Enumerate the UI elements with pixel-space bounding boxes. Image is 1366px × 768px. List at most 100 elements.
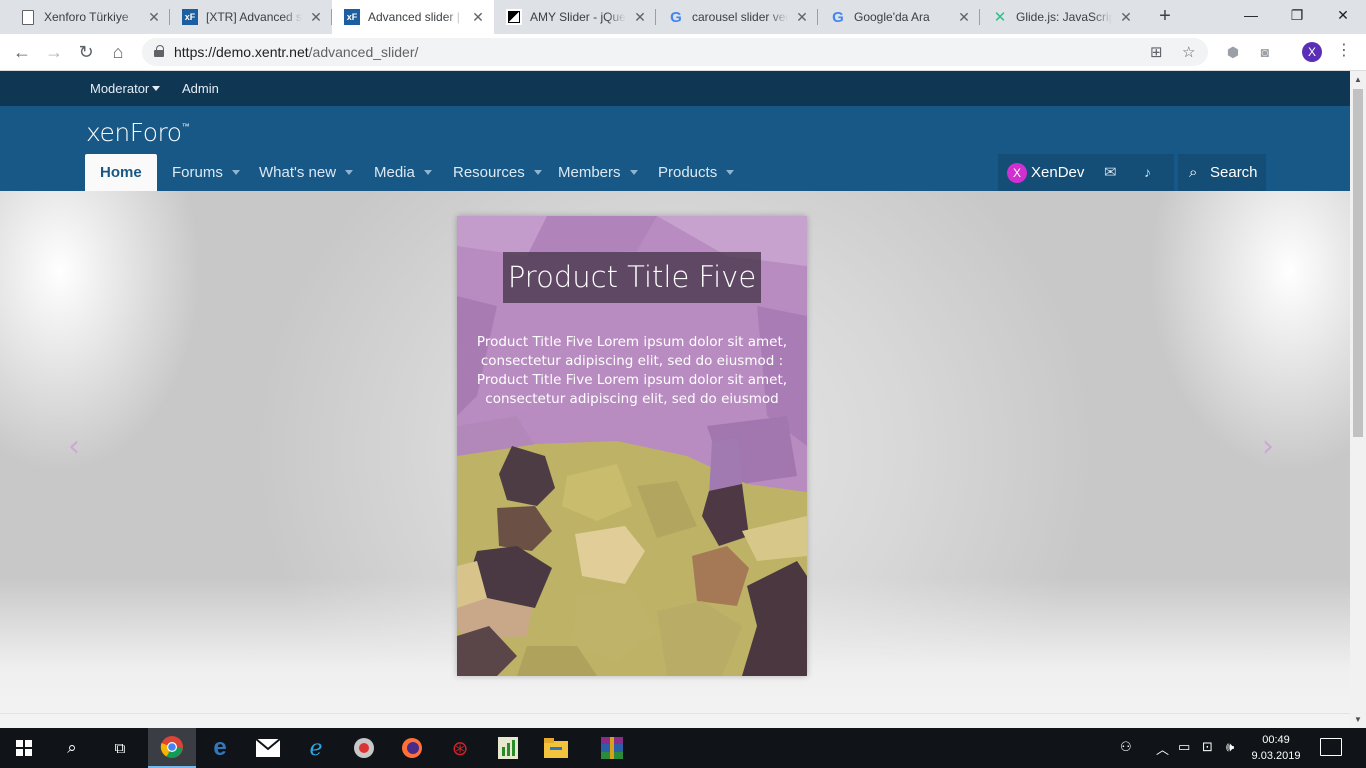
web-page: Moderator Admin xenForo™ Home Forums Wha… bbox=[0, 71, 1350, 728]
search-button[interactable]: ⌕ Search bbox=[1178, 154, 1266, 191]
browser-tab[interactable]: G Google'da Ara ✕ bbox=[818, 0, 980, 34]
slider-next-arrow[interactable]: › bbox=[1262, 429, 1274, 464]
reload-icon[interactable]: ↻ bbox=[72, 38, 100, 66]
scroll-thumb[interactable] bbox=[1353, 89, 1363, 437]
caret-down-icon[interactable] bbox=[423, 170, 432, 175]
search-icon: ⌕ bbox=[1189, 164, 1198, 181]
mail-icon[interactable] bbox=[244, 728, 292, 768]
caret-down-icon[interactable] bbox=[345, 170, 354, 175]
profile-avatar[interactable]: X bbox=[1302, 42, 1322, 62]
battery-icon[interactable]: ▭ bbox=[1178, 739, 1190, 755]
forward-icon[interactable]: → bbox=[40, 38, 68, 66]
chrome-icon[interactable] bbox=[148, 728, 196, 768]
back-icon[interactable]: ← bbox=[8, 38, 36, 66]
browser-tab-active[interactable]: xF Advanced slider | X ✕ bbox=[332, 0, 494, 34]
new-tab-button[interactable]: + bbox=[1154, 5, 1176, 27]
ie-icon[interactable]: ℯ bbox=[292, 728, 340, 768]
caret-down-icon[interactable] bbox=[726, 170, 735, 175]
bell-icon[interactable]: ♪ bbox=[1144, 154, 1151, 191]
slide-description: Product Title Five Lorem ipsum dolor sit… bbox=[476, 334, 788, 407]
caret-down-icon[interactable] bbox=[231, 170, 240, 175]
browser-tab[interactable]: xF [XTR] Advanced sl ✕ bbox=[170, 0, 332, 34]
caret-down-icon bbox=[152, 86, 161, 91]
tab-title: Xenforo Türkiye bbox=[44, 10, 129, 24]
close-tab-icon[interactable]: ✕ bbox=[1118, 9, 1134, 26]
browser-tab[interactable]: G carousel slider vec ✕ bbox=[656, 0, 818, 34]
close-window-button[interactable]: ✕ bbox=[1320, 0, 1366, 30]
caret-down-icon[interactable] bbox=[533, 170, 542, 175]
glide-icon: ✕ bbox=[993, 9, 1007, 26]
browser-tab[interactable]: ✕ Glide.js: JavaScript ✕ bbox=[980, 0, 1142, 34]
url-text: https://demo.xentr.net/advanced_slider/ bbox=[174, 44, 419, 60]
nav-tab-members[interactable]: Members bbox=[558, 154, 638, 191]
tab-title: Glide.js: JavaScript bbox=[1016, 10, 1112, 24]
account-link[interactable]: X XenDev bbox=[1007, 154, 1084, 191]
close-tab-icon[interactable]: ✕ bbox=[470, 9, 486, 26]
inbox-icon[interactable]: ✉ bbox=[1104, 154, 1117, 191]
task-view-icon[interactable]: ⧉ bbox=[96, 728, 144, 768]
close-tab-icon[interactable]: ✕ bbox=[956, 9, 972, 26]
site-logo[interactable]: xenForo™ bbox=[86, 118, 190, 147]
spreadsheet-icon[interactable] bbox=[484, 728, 532, 768]
windows-taskbar: ⌕ ⧉ e ℯ ⊛ ⚇ ︿ ▭ ⊡ 🕪 00:49 9.03.2019 bbox=[0, 728, 1366, 768]
xenforo-icon: xF bbox=[182, 9, 198, 25]
close-tab-icon[interactable]: ✕ bbox=[794, 9, 810, 26]
slider-prev-arrow[interactable]: ‹ bbox=[68, 429, 80, 464]
clock-date: 9.03.2019 bbox=[1251, 750, 1301, 762]
moderator-menu[interactable]: Moderator bbox=[90, 81, 161, 96]
file-explorer-icon[interactable] bbox=[532, 728, 580, 768]
browser-toolbar: ← → ↻ ⌂ https://demo.xentr.net/advanced_… bbox=[0, 34, 1366, 71]
avatar: X bbox=[1007, 163, 1027, 184]
network-icon[interactable]: ⊡ bbox=[1202, 739, 1213, 755]
firefox-icon[interactable] bbox=[388, 728, 436, 768]
nav-tab-whats-new[interactable]: What's new bbox=[259, 154, 354, 191]
browser-tab[interactable]: AMY Slider - jQue ✕ bbox=[494, 0, 656, 34]
app-icon[interactable] bbox=[340, 728, 388, 768]
extension-shield-icon[interactable]: ⬢ bbox=[1224, 43, 1242, 61]
page-footer-edge bbox=[0, 713, 1350, 728]
chevron-up-icon[interactable]: ︿ bbox=[1156, 739, 1169, 758]
google-icon: G bbox=[832, 8, 844, 26]
nav-tab-resources[interactable]: Resources bbox=[453, 154, 542, 191]
browser-tab[interactable]: Xenforo Türkiye ✕ bbox=[8, 0, 170, 34]
site-header: xenForo™ Home Forums What's new Media Re… bbox=[0, 106, 1350, 191]
page-scrollbar[interactable]: ▲ ▼ bbox=[1350, 71, 1366, 728]
maximize-button[interactable]: ❐ bbox=[1274, 0, 1320, 30]
nav-tab-home[interactable]: Home bbox=[85, 154, 157, 191]
user-nav-group: X XenDev ✉ ♪ bbox=[998, 154, 1174, 191]
windows-start-icon[interactable] bbox=[0, 728, 48, 768]
search-icon[interactable]: ⌕ bbox=[48, 728, 96, 768]
tab-title: AMY Slider - jQue bbox=[530, 10, 626, 24]
action-center-icon[interactable] bbox=[1320, 738, 1342, 756]
browser-tab-strip: Xenforo Türkiye ✕ xF [XTR] Advanced sl ✕… bbox=[0, 0, 1366, 34]
slide-card[interactable]: Product Title Five Product Title Five Lo… bbox=[457, 216, 807, 676]
scroll-down-icon[interactable]: ▼ bbox=[1354, 715, 1362, 724]
admin-link[interactable]: Admin bbox=[182, 81, 219, 96]
edge-icon[interactable]: e bbox=[196, 728, 244, 768]
minimize-button[interactable]: — bbox=[1228, 0, 1274, 30]
winrar-icon[interactable] bbox=[588, 728, 636, 768]
lock-icon bbox=[154, 45, 164, 57]
staff-bar: Moderator Admin bbox=[0, 71, 1350, 106]
slide-title: Product Title Five bbox=[503, 252, 761, 303]
document-icon bbox=[20, 9, 36, 25]
address-bar[interactable]: https://demo.xentr.net/advanced_slider/ … bbox=[142, 38, 1208, 66]
extension-camera-icon[interactable]: ◙ bbox=[1256, 43, 1274, 61]
xenforo-icon: xF bbox=[344, 9, 360, 25]
home-icon[interactable]: ⌂ bbox=[104, 38, 132, 66]
close-tab-icon[interactable]: ✕ bbox=[146, 9, 162, 26]
people-icon[interactable]: ⚇ bbox=[1120, 739, 1132, 755]
scroll-up-icon[interactable]: ▲ bbox=[1354, 75, 1362, 84]
nav-tab-media[interactable]: Media bbox=[374, 154, 432, 191]
close-tab-icon[interactable]: ✕ bbox=[632, 9, 648, 26]
system-clock[interactable]: 00:49 9.03.2019 bbox=[1250, 732, 1302, 764]
nav-tab-forums[interactable]: Forums bbox=[172, 154, 240, 191]
browser-menu-icon[interactable]: ⋮ bbox=[1334, 40, 1354, 60]
bookmark-star-icon[interactable]: ☆ bbox=[1182, 43, 1195, 61]
nav-tab-products[interactable]: Products bbox=[658, 154, 735, 191]
caret-down-icon[interactable] bbox=[629, 170, 638, 175]
translate-icon[interactable]: ⊞ bbox=[1150, 43, 1163, 61]
app-icon[interactable]: ⊛ bbox=[436, 728, 484, 768]
close-tab-icon[interactable]: ✕ bbox=[308, 9, 324, 26]
volume-icon[interactable]: 🕪 bbox=[1226, 739, 1234, 755]
